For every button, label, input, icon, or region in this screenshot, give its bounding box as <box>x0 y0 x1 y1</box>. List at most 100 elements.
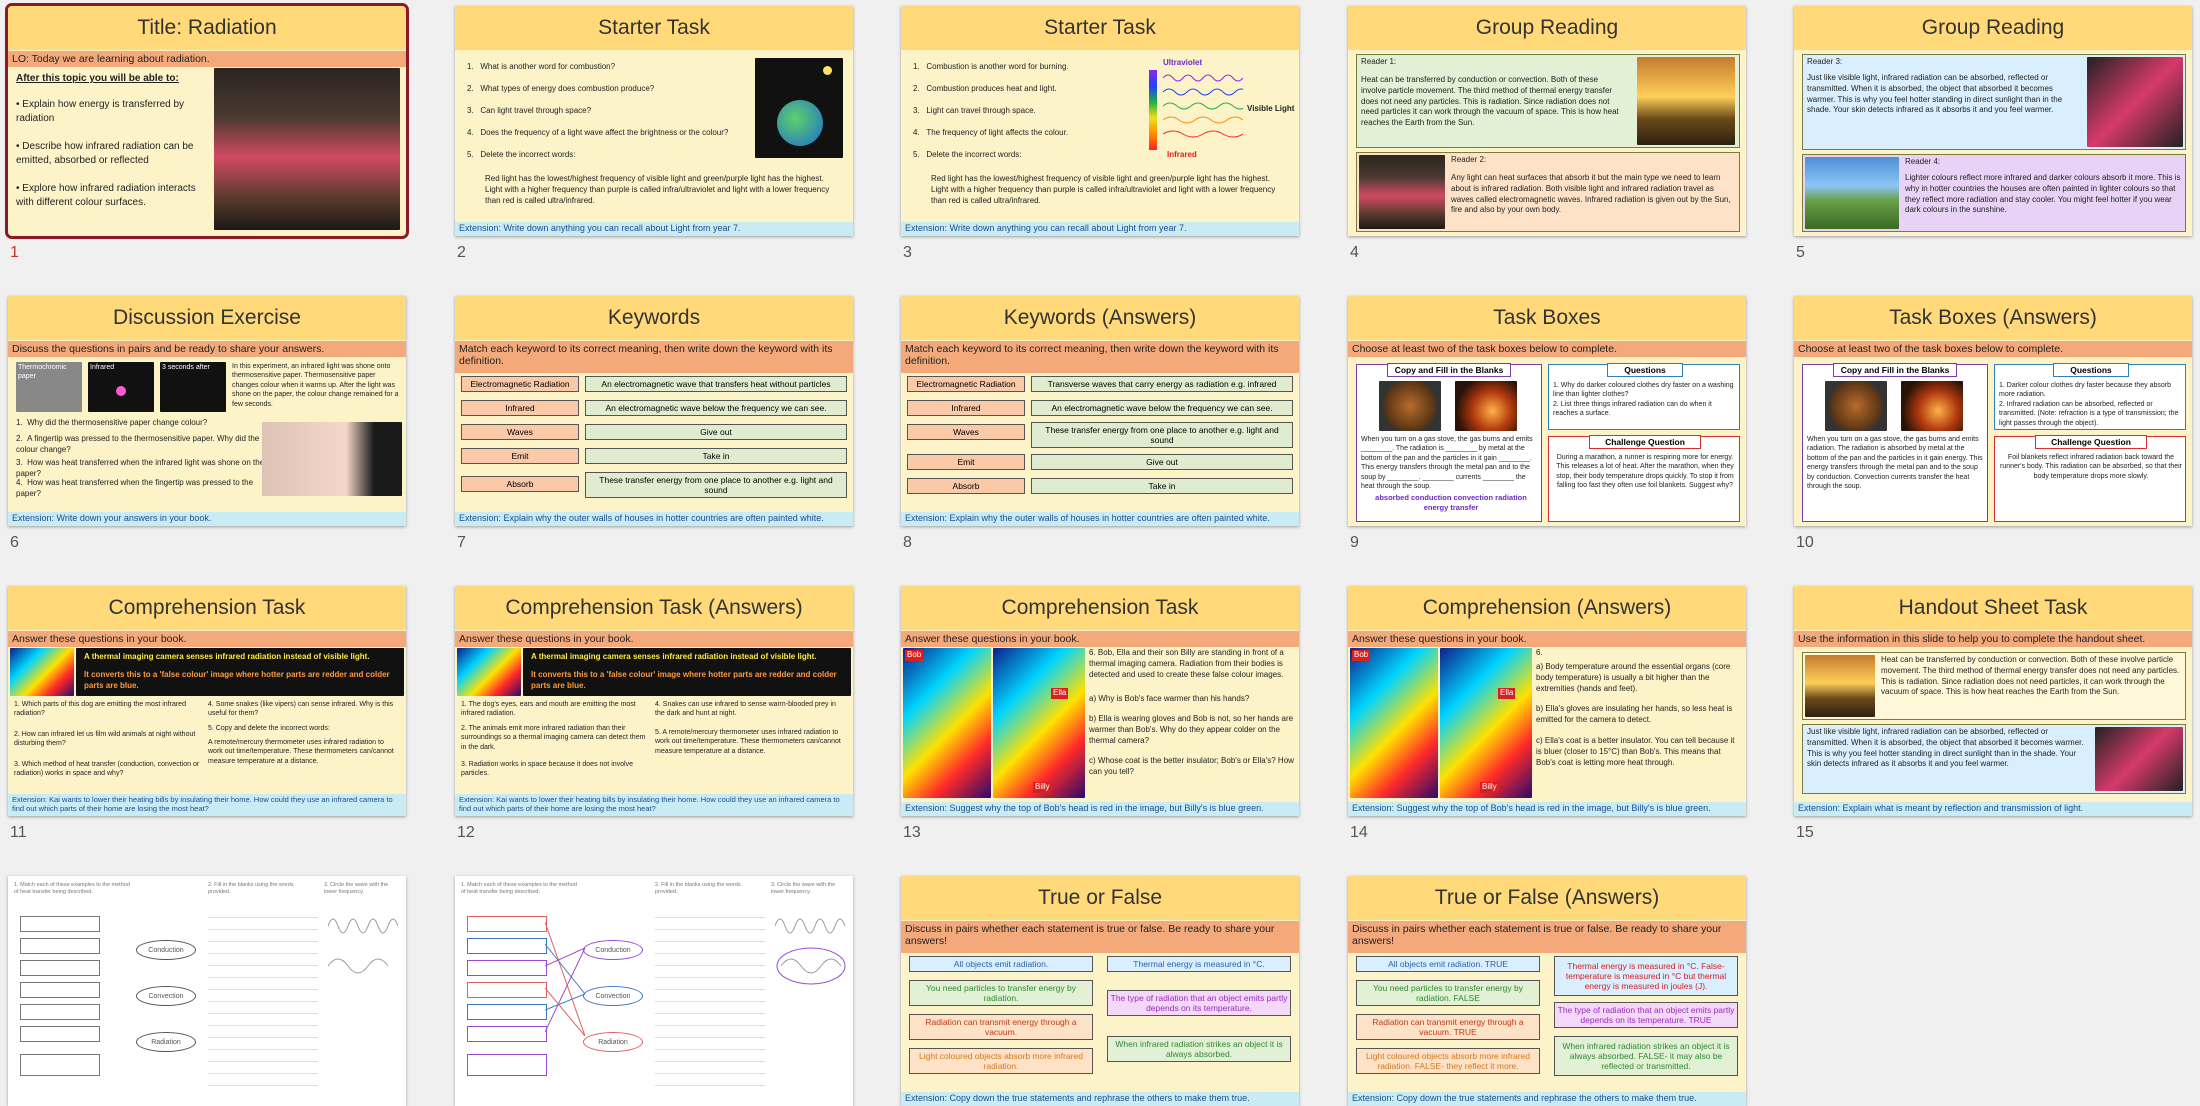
statement[interactable]: All objects emit radiation. TRUE <box>1356 956 1540 972</box>
definition[interactable]: Take in <box>585 448 847 464</box>
statement[interactable]: The type of radiation that an object emi… <box>1554 1002 1738 1028</box>
objective-1: • Explain how energy is transferred by r… <box>16 99 185 124</box>
definition[interactable]: These transfer energy from one place to … <box>585 472 847 498</box>
keyword[interactable]: Absorb <box>907 478 1025 494</box>
definition[interactable]: Take in <box>1031 478 1293 494</box>
slide-number: 2 <box>457 244 466 261</box>
slide-12[interactable]: Comprehension Task (Answers) Answer thes… <box>455 586 853 816</box>
definition[interactable]: An electromagnetic wave below the freque… <box>585 400 847 416</box>
answers-left: 1. The dog's eyes, ears and mouth are em… <box>461 701 646 778</box>
extension-bar: Extension: Suggest why the top of Bob's … <box>901 802 1299 816</box>
slide-17[interactable]: 1. Match each of these examples to the m… <box>455 876 853 1106</box>
experiment-intro: In this experiment, an infrared light wa… <box>232 363 399 408</box>
extension-bar: Extension: Kai wants to lower their heat… <box>455 794 853 816</box>
slide-19[interactable]: True or False (Answers) Discuss in pairs… <box>1348 876 1746 1106</box>
slide-2[interactable]: Starter Task 1. What is another word for… <box>455 6 853 236</box>
infrared-image: Infrared <box>88 362 154 412</box>
soup-image <box>1901 381 1963 431</box>
slide-title: Comprehension (Answers) <box>1348 586 1746 630</box>
statement[interactable]: Light coloured objects absorb more infra… <box>1356 1048 1540 1074</box>
statement[interactable]: Thermal energy is measured in °C. <box>1107 956 1291 972</box>
definition[interactable]: These transfer energy from one place to … <box>1031 422 1293 448</box>
statement[interactable]: Radiation can transmit energy through a … <box>1356 1014 1540 1040</box>
questions-left: 1. Which parts of this dog are emitting … <box>14 701 200 778</box>
keyword[interactable]: Waves <box>907 424 1025 440</box>
challenge-box: Challenge Question During a marathon, a … <box>1548 435 1740 522</box>
instruction-strip: Answer these questions in your book. <box>901 631 1299 647</box>
thermal-bob-image: Bob <box>903 648 991 798</box>
slide-7[interactable]: Keywords Match each keyword to its corre… <box>455 296 853 526</box>
spectrum-arrow <box>1149 70 1157 150</box>
slide-title: Starter Task <box>901 6 1299 50</box>
definition[interactable]: Give out <box>1031 454 1293 470</box>
definition[interactable]: An electromagnetic wave that transfers h… <box>585 376 847 392</box>
question-list: 1. What is another word for combustion? … <box>467 62 729 159</box>
slide-title: Task Boxes <box>1348 296 1746 340</box>
slide-18[interactable]: True or False Discuss in pairs whether e… <box>901 876 1299 1106</box>
instruction-strip: Match each keyword to its correct meanin… <box>901 341 1299 373</box>
definition[interactable]: Give out <box>585 424 847 440</box>
slide-9[interactable]: Task Boxes Choose at least two of the ta… <box>1348 296 1746 526</box>
keyword[interactable]: Waves <box>461 424 579 440</box>
slide-title: Discussion Exercise <box>8 296 406 340</box>
slide-title: Keywords <box>455 296 853 340</box>
statement[interactable]: Thermal energy is measured in °C. False-… <box>1554 956 1738 996</box>
slide-15[interactable]: Handout Sheet Task Use the information i… <box>1794 586 2192 816</box>
earth-sun-image <box>755 58 843 158</box>
definition[interactable]: An electromagnetic wave below the freque… <box>1031 400 1293 416</box>
instruction-strip: Match each keyword to its correct meanin… <box>455 341 853 373</box>
reader-1-box: Reader 1: Heat can be transferred by con… <box>1356 54 1740 148</box>
statement[interactable]: All objects emit radiation. <box>909 956 1093 972</box>
slide-5[interactable]: Group Reading Reader 3: Just like visibl… <box>1794 6 2192 236</box>
slide-3[interactable]: Starter Task 1. Combustion is another wo… <box>901 6 1299 236</box>
keyword[interactable]: Infrared <box>907 400 1025 416</box>
statement[interactable]: The type of radiation that an object emi… <box>1107 990 1291 1016</box>
after-image: 3 seconds after <box>160 362 226 412</box>
slide-4[interactable]: Group Reading Reader 1: Heat can be tran… <box>1348 6 1746 236</box>
statement[interactable]: You need particles to transfer energy by… <box>909 980 1093 1006</box>
statement[interactable]: Radiation can transmit energy through a … <box>909 1014 1093 1040</box>
keyword[interactable]: Electromagnetic Radiation <box>907 376 1025 392</box>
statement[interactable]: Light coloured objects absorb more infra… <box>909 1048 1093 1074</box>
reader-4-box: Reader 4: Lighter colours reflect more i… <box>1802 154 2186 232</box>
slide-16[interactable]: 1. Match each of these examples to the m… <box>8 876 406 1106</box>
info-banner: A thermal imaging camera senses infrared… <box>76 648 404 696</box>
keyword[interactable]: Emit <box>907 454 1025 470</box>
statement[interactable]: When infrared radiation strikes an objec… <box>1107 1036 1291 1062</box>
statement[interactable]: When infrared radiation strikes an objec… <box>1554 1036 1738 1076</box>
questions-box: Questions 1. Why do darker coloured clot… <box>1548 363 1740 430</box>
slide-14[interactable]: Comprehension (Answers) Answer these que… <box>1348 586 1746 816</box>
info-box-1: Heat can be transferred by conduction or… <box>1802 652 2186 720</box>
visible-light-label: Visible Light <box>1247 104 1295 113</box>
slide-1[interactable]: Title: Radiation LO: Today we are learni… <box>5 3 409 239</box>
waves-icon <box>328 918 398 974</box>
waves-icon <box>1163 74 1243 138</box>
questions-box: Questions 1. Darker colour clothes dry f… <box>1994 363 2186 430</box>
extension-bar: Extension: Write down anything you can r… <box>901 222 1299 236</box>
instruction-strip: Answer these questions in your book. <box>8 631 406 647</box>
info-banner: A thermal imaging camera senses infrared… <box>523 648 851 696</box>
keyword[interactable]: Infrared <box>461 400 579 416</box>
extension-bar: Extension: Explain why the outer walls o… <box>455 512 853 526</box>
objective-2: • Describe how infrared radiation can be… <box>16 141 194 166</box>
keyword[interactable]: Emit <box>461 448 579 464</box>
question-intro: 6. <box>1536 648 1543 657</box>
slide-8[interactable]: Keywords (Answers) Match each keyword to… <box>901 296 1299 526</box>
slide-11[interactable]: Comprehension Task Answer these question… <box>8 586 406 816</box>
slide-6[interactable]: Discussion Exercise Discuss the question… <box>8 296 406 526</box>
keyword[interactable]: Electromagnetic Radiation <box>461 376 579 392</box>
statement[interactable]: You need particles to transfer energy by… <box>1356 980 1540 1006</box>
slide-10[interactable]: Task Boxes (Answers) Choose at least two… <box>1794 296 2192 526</box>
slide-title: Handout Sheet Task <box>1794 586 2192 630</box>
definition[interactable]: Transverse waves that carry energy as ra… <box>1031 376 1293 392</box>
extension-bar: Extension: Explain what is meant by refl… <box>1794 802 2192 816</box>
slide-number: 13 <box>903 824 921 841</box>
soup-image <box>1455 381 1517 431</box>
answers-right: 4. Snakes can use infrared to sense warm… <box>655 701 841 755</box>
slide-title: Keywords (Answers) <box>901 296 1299 340</box>
slide-title: Comprehension Task (Answers) <box>455 586 853 630</box>
slide-13[interactable]: Comprehension Task Answer these question… <box>901 586 1299 816</box>
extension-bar: Extension: Copy down the true statements… <box>901 1092 1299 1106</box>
keyword[interactable]: Absorb <box>461 476 579 492</box>
slide-title: Task Boxes (Answers) <box>1794 296 2192 340</box>
